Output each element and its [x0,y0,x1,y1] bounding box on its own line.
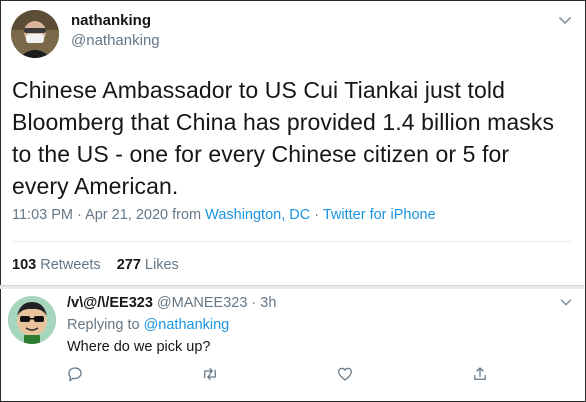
divider [12,241,572,242]
author-display-name[interactable]: nathanking [71,12,151,29]
retweet-icon[interactable] [199,363,221,385]
reply-header: /v\@/\/EE323 @MANEE323 · 3h [67,295,276,311]
retweets-label: Retweets [40,257,101,273]
source-link[interactable]: Twitter for iPhone [323,207,436,223]
retweets-stat[interactable]: 103 Retweets [12,257,101,273]
likes-stat[interactable]: 277 Likes [117,257,179,273]
reply-icon[interactable] [64,363,86,385]
avatar[interactable] [8,296,56,344]
tweet-stats: 103 Retweets 277 Likes [12,257,179,273]
share-icon[interactable] [469,363,491,385]
reply-text: Where do we pick up? [67,339,211,355]
like-icon[interactable] [334,363,356,385]
reply-handle[interactable]: @MANEE323 [157,295,247,311]
meta-separator: · [310,207,323,223]
location-link[interactable]: Washington, DC [205,207,310,223]
reply-tweet[interactable]: /v\@/\/EE323 @MANEE323 · 3h Replying to … [0,289,584,401]
chevron-down-icon[interactable] [557,293,575,311]
tweet-text: Chinese Ambassador to US Cui Tiankai jus… [12,77,555,199]
chevron-down-icon[interactable] [555,10,575,30]
reply-display-name[interactable]: /v\@/\/EE323 [67,295,153,311]
retweets-count: 103 [12,257,37,273]
main-tweet: nathanking @nathanking Chinese Ambassado… [0,0,584,287]
reply-time[interactable]: · 3h [247,295,276,311]
tweet-timestamp[interactable]: 11:03 PM · Apr 21, 2020 from [12,207,205,223]
reply-actions [0,363,584,387]
likes-label: Likes [144,257,179,273]
replying-to: Replying to @nathanking [67,317,229,333]
author-handle[interactable]: @nathanking [71,32,160,49]
replying-prefix: Replying to [67,317,144,333]
avatar[interactable] [11,10,59,58]
replying-to-link[interactable]: @nathanking [144,317,230,333]
likes-count: 277 [116,257,141,273]
tweet-metadata: 11:03 PM · Apr 21, 2020 from Washington,… [12,207,436,223]
